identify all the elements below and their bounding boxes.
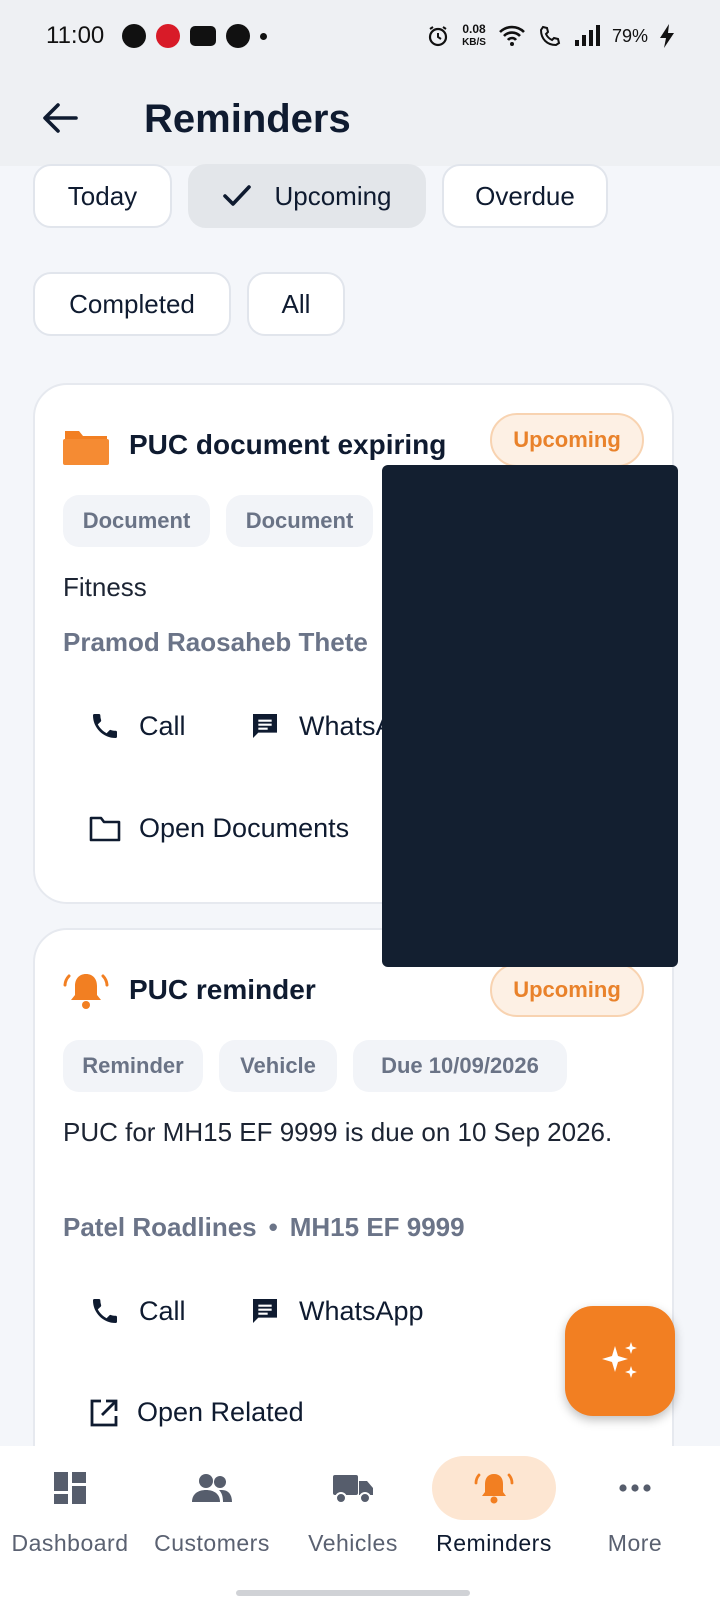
action-label: Open Related xyxy=(137,1397,304,1427)
page-title: Reminders xyxy=(144,97,351,141)
folder-outline-icon xyxy=(89,816,121,841)
call-button[interactable]: Call xyxy=(89,710,186,742)
whatsapp-button[interactable]: WhatsApp xyxy=(249,1295,424,1327)
nav-reminders[interactable]: Reminders xyxy=(424,1446,564,1600)
filter-chip-label: Completed xyxy=(69,288,195,319)
filter-chip-label: Upcoming xyxy=(274,180,392,211)
message-icon xyxy=(253,1299,277,1323)
charging-icon xyxy=(660,24,674,48)
tag: Document xyxy=(63,495,210,547)
card-title: PUC reminder xyxy=(129,974,316,1005)
sparkle-icon xyxy=(602,1342,637,1378)
more-icon xyxy=(619,1484,651,1492)
action-label: Call xyxy=(139,1295,186,1326)
net-speed-value: 0.08 xyxy=(462,22,486,36)
filter-chip-label: All xyxy=(281,288,311,319)
external-link-icon xyxy=(90,1399,118,1426)
tag: Due 10/09/2026 xyxy=(353,1040,567,1092)
open-related-button[interactable]: Open Related xyxy=(89,1397,304,1428)
bell-icon xyxy=(474,1473,514,1504)
notification-icons xyxy=(122,24,268,48)
settings-badge-icon xyxy=(226,24,251,48)
system-icons: 0.08 KB/S 79% xyxy=(426,23,674,49)
home-indicator xyxy=(236,1590,470,1596)
arrow-left-icon xyxy=(43,103,78,133)
tag: Reminder xyxy=(63,1040,203,1092)
card-customer: Pramod Raosaheb Thete xyxy=(63,627,368,657)
status-time: 11:00 xyxy=(46,22,105,49)
alarm-icon xyxy=(428,26,448,47)
facebook-icon xyxy=(122,24,147,48)
redacted-region xyxy=(382,465,678,967)
action-label: Call xyxy=(139,710,186,741)
more-notifications-icon xyxy=(260,32,268,40)
whatsapp-button[interactable]: WhatsA xyxy=(249,710,394,742)
status-bar: 11:00 0.08 KB/S 79% xyxy=(0,0,720,72)
card-customer-vehicle: Patel Roadlines • MH15 EF 9999 xyxy=(63,1212,465,1243)
filter-chip-today[interactable]: Today xyxy=(33,164,172,228)
ai-assistant-fab[interactable] xyxy=(565,1306,675,1416)
phone-icon xyxy=(93,714,117,738)
filter-chip-upcoming[interactable]: Upcoming xyxy=(188,164,426,228)
signal-icon xyxy=(574,25,600,46)
dashboard-icon xyxy=(54,1472,86,1504)
tag: Vehicle xyxy=(219,1040,337,1092)
action-label: WhatsA xyxy=(299,710,394,741)
nav-more[interactable]: More xyxy=(565,1446,705,1600)
folder-icon xyxy=(63,431,109,465)
nav-label: More xyxy=(607,1530,663,1556)
card-description: PUC for MH15 EF 9999 is due on 10 Sep 20… xyxy=(63,1117,613,1147)
nav-customers[interactable]: Customers xyxy=(142,1446,282,1600)
nav-label: Reminders xyxy=(436,1530,552,1556)
app-bar: Reminders xyxy=(0,72,720,166)
status-badge: Upcoming xyxy=(490,963,644,1017)
customer-name: Patel Roadlines xyxy=(63,1212,257,1242)
message-icon xyxy=(253,714,277,738)
nav-dashboard[interactable]: Dashboard xyxy=(0,1446,140,1600)
truck-icon xyxy=(333,1475,373,1504)
wifi-call-icon xyxy=(539,25,561,47)
wifi-icon xyxy=(499,25,525,46)
filter-chip-all[interactable]: All xyxy=(247,272,345,336)
back-button[interactable] xyxy=(36,94,84,142)
action-label: Open Documents xyxy=(139,813,350,843)
jio-icon xyxy=(156,24,181,48)
nav-label: Vehicles xyxy=(308,1530,398,1556)
battery-level: 79% xyxy=(611,25,648,46)
filter-chip-label: Overdue xyxy=(475,180,575,211)
phone-icon xyxy=(93,1299,117,1323)
meta-separator: • xyxy=(268,1212,278,1242)
bell-icon xyxy=(63,974,109,1009)
nav-label: Dashboard xyxy=(11,1530,129,1556)
net-speed-unit: KB/S xyxy=(462,37,486,48)
check-icon xyxy=(223,185,252,206)
action-label: WhatsApp xyxy=(299,1295,424,1326)
nav-label: Customers xyxy=(154,1530,270,1556)
youtube-icon xyxy=(190,26,217,46)
vehicle-number: MH15 EF 9999 xyxy=(289,1212,465,1242)
filter-chip-completed[interactable]: Completed xyxy=(33,272,231,336)
status-badge: Upcoming xyxy=(490,413,644,467)
open-documents-button[interactable]: Open Documents xyxy=(89,813,349,844)
filter-chip-overdue[interactable]: Overdue xyxy=(442,164,608,228)
customers-icon xyxy=(192,1474,232,1502)
tag: Document xyxy=(226,495,373,547)
filter-chip-label: Today xyxy=(67,180,138,211)
call-button[interactable]: Call xyxy=(89,1295,186,1327)
nav-vehicles[interactable]: Vehicles xyxy=(283,1446,423,1600)
card-title: PUC document expiring xyxy=(129,429,447,460)
net-speed: 0.08 KB/S xyxy=(462,23,486,49)
bottom-navigation: Dashboard Customers Vehicles Reminders M… xyxy=(0,1446,720,1600)
